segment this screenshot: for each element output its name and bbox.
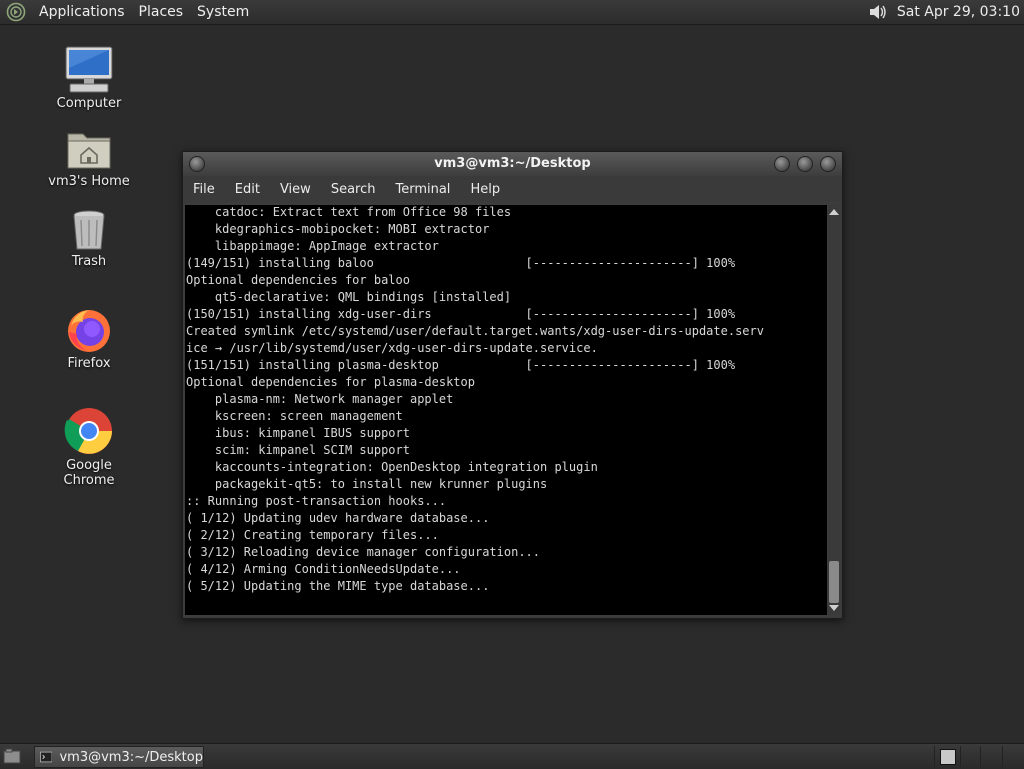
firefox-icon — [68, 310, 110, 352]
terminal-output[interactable]: catdoc: Extract text from Office 98 file… — [185, 205, 827, 615]
terminal-line: Optional dependencies for baloo — [186, 273, 410, 287]
terminal-line: (151/151) installing plasma-desktop [---… — [186, 358, 736, 372]
terminal-line: ( 4/12) Arming ConditionNeedsUpdate... — [186, 562, 461, 576]
window-title: vm3@vm3:~/Desktop — [434, 156, 591, 171]
terminal-line: (149/151) installing baloo [------------… — [186, 256, 736, 270]
chrome-icon — [64, 408, 112, 454]
menu-edit[interactable]: Edit — [225, 182, 270, 197]
menu-search[interactable]: Search — [321, 182, 386, 197]
terminal-window[interactable]: vm3@vm3:~/Desktop File Edit View Search … — [182, 151, 843, 619]
desktop-icon-computer[interactable]: Computer — [39, 46, 139, 111]
terminal-line: kaccounts-integration: OpenDesktop integ… — [186, 460, 598, 474]
show-desktop-icon[interactable] — [3, 748, 21, 764]
desktop-icon-chrome[interactable]: Google Chrome — [39, 406, 139, 488]
terminal-line: Created symlink /etc/systemd/user/defaul… — [186, 324, 764, 338]
system-menu[interactable]: System — [190, 4, 256, 20]
close-button[interactable] — [820, 156, 836, 172]
desktop-icon-home[interactable]: vm3's Home — [39, 128, 139, 189]
taskbar-window-button[interactable]: vm3@vm3:~/Desktop — [34, 746, 204, 768]
desktop-icon-label: Firefox — [67, 356, 111, 371]
top-panel: Applications Places System Sat Apr 29, 0… — [0, 0, 1024, 25]
terminal-line: libappimage: AppImage extractor — [186, 239, 439, 253]
computer-icon — [65, 46, 113, 93]
terminal-line: scim: kimpanel SCIM support — [186, 443, 410, 457]
menu-view[interactable]: View — [270, 182, 321, 197]
desktop-icon-label: Google Chrome — [63, 458, 115, 488]
panel-tray: Sat Apr 29, 03:10 — [867, 0, 1024, 24]
workspace-separator — [1002, 746, 1003, 767]
desktop-icon-label: vm3's Home — [48, 174, 130, 189]
scroll-up-arrow-icon[interactable] — [829, 209, 839, 215]
terminal-line: Optional dependencies for plasma-desktop — [186, 375, 475, 389]
terminal-menubar: File Edit View Search Terminal Help — [183, 176, 842, 202]
taskbar-button-label: vm3@vm3:~/Desktop — [59, 749, 203, 765]
scrollbar-thumb[interactable] — [829, 561, 839, 603]
terminal-line: ( 1/12) Updating udev hardware database.… — [186, 511, 490, 525]
desktop-icon-label: Computer — [56, 96, 122, 111]
window-menu-button[interactable] — [189, 156, 205, 172]
places-menu[interactable]: Places — [132, 4, 191, 20]
window-titlebar[interactable]: vm3@vm3:~/Desktop — [183, 152, 842, 176]
desktop-icon-label: Trash — [71, 254, 107, 269]
scroll-down-arrow-icon[interactable] — [829, 605, 839, 611]
distro-logo-icon[interactable] — [6, 2, 26, 22]
terminal-line: packagekit-qt5: to install new krunner p… — [186, 477, 548, 491]
workspace-separator — [980, 746, 981, 767]
clock[interactable]: Sat Apr 29, 03:10 — [897, 4, 1020, 20]
terminal-line: ( 2/12) Creating temporary files... — [186, 528, 439, 542]
workspace-separator — [960, 746, 961, 767]
menu-file[interactable]: File — [183, 182, 225, 197]
menu-terminal[interactable]: Terminal — [385, 182, 460, 197]
terminal-line: kdegraphics-mobipocket: MOBI extractor — [186, 222, 490, 236]
desktop-icon-firefox[interactable]: Firefox — [39, 306, 139, 371]
maximize-button[interactable] — [797, 156, 813, 172]
terminal-line: ice → /usr/lib/systemd/user/xdg-user-dir… — [186, 341, 598, 355]
bottom-panel: vm3@vm3:~/Desktop — [0, 743, 1024, 769]
volume-icon[interactable] — [867, 1, 889, 23]
trash-icon — [73, 210, 105, 250]
terminal-line: catdoc: Extract text from Office 98 file… — [186, 205, 512, 219]
desktop-icon-trash[interactable]: Trash — [39, 208, 139, 269]
terminal-line: ( 3/12) Reloading device manager configu… — [186, 545, 541, 559]
terminal-line: plasma-nm: Network manager applet — [186, 392, 454, 406]
applications-menu[interactable]: Applications — [32, 4, 132, 20]
terminal-line: :: Running post-transaction hooks... — [186, 494, 447, 508]
home-folder-icon — [67, 133, 111, 169]
terminal-line: ibus: kimpanel IBUS support — [186, 426, 410, 440]
workspace-switcher-1[interactable] — [940, 749, 956, 765]
terminal-line: ( 5/12) Updating the MIME type database.… — [186, 579, 490, 593]
menu-help[interactable]: Help — [460, 182, 510, 197]
terminal-scrollbar[interactable] — [828, 205, 840, 615]
terminal-icon — [40, 751, 53, 763]
terminal-line: (150/151) installing xdg-user-dirs [----… — [186, 307, 736, 321]
workspace-separator — [934, 746, 935, 767]
terminal-line: kscreen: screen management — [186, 409, 403, 423]
terminal-line: qt5-declarative: QML bindings [installed… — [186, 290, 512, 304]
terminal-lines: catdoc: Extract text from Office 98 file… — [185, 205, 827, 595]
minimize-button[interactable] — [774, 156, 790, 172]
